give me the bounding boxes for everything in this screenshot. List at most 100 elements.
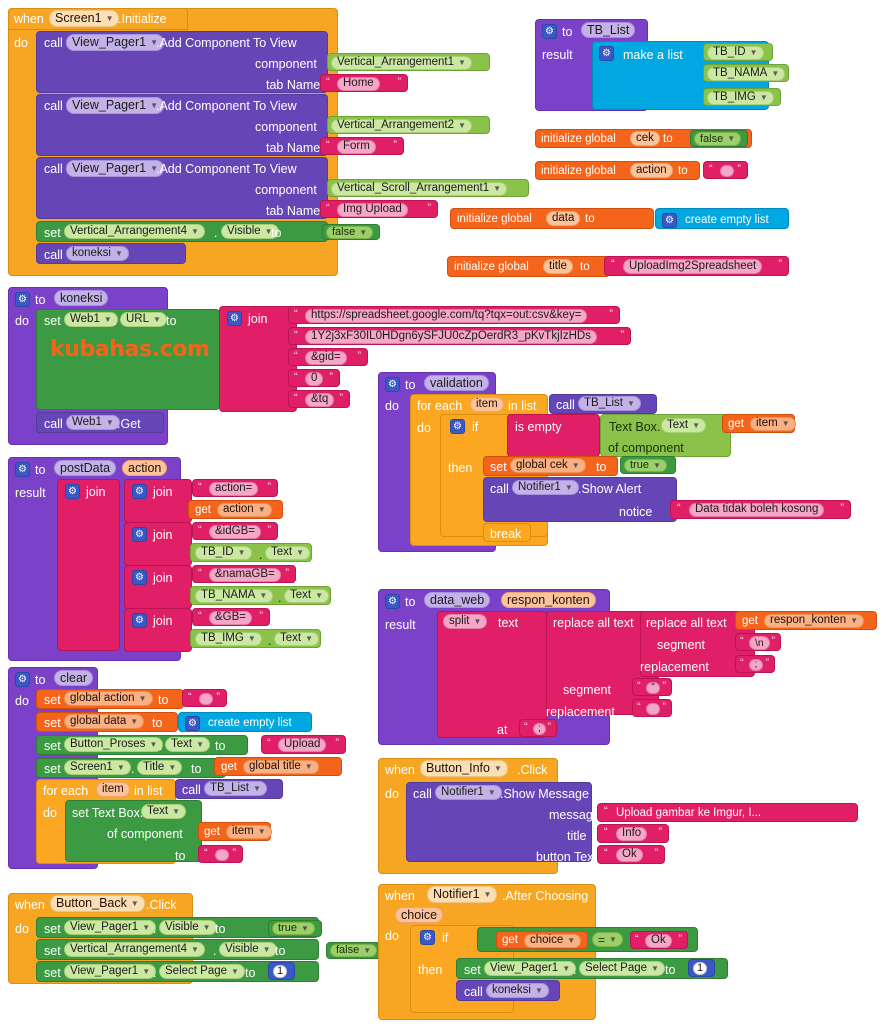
koneksi-url-part-4[interactable]: “ &tq ” [288, 390, 350, 408]
blocks-canvas[interactable]: when Screen1 ▼ .Initialize do call View_P… [0, 0, 886, 1024]
chevron-down-icon[interactable]: ▼ [117, 763, 125, 772]
message-text-block[interactable]: “ Upload gambar ke Imgur, I... [597, 803, 858, 822]
get-action-dropdown[interactable]: get actionaction▼ [217, 503, 272, 517]
koneksi-dropdown-notifier[interactable]: koneksi ▼ [486, 983, 549, 998]
mutator-gear-icon-if-notifier[interactable] [420, 930, 435, 945]
empty-text-global-action[interactable]: “ ” [703, 161, 748, 179]
tb-list-dropdown-validation[interactable]: TB_List ▼ [578, 396, 641, 411]
view-pager1-dropdown-2[interactable]: View_Pager1 ▼ [66, 97, 165, 114]
selectpage-property-back[interactable]: Select Page ▼ [159, 964, 245, 979]
chevron-down-icon[interactable]: ▼ [305, 635, 313, 643]
upload-text-block[interactable]: “ Upload ” [261, 735, 346, 754]
chevron-down-icon[interactable]: ▼ [106, 418, 114, 427]
true-logic-block-validation[interactable]: true ▼ [620, 456, 676, 474]
outer-replacement-text-block[interactable]: “ ” [632, 699, 672, 717]
mutator-gear-icon-innerjoin-4[interactable] [132, 613, 147, 628]
tabname-value-1[interactable]: “ Home ” [320, 74, 408, 92]
global-action-value-field[interactable] [720, 165, 734, 177]
empty-text-field-clear-action[interactable] [199, 693, 213, 705]
chevron-down-icon[interactable]: ▼ [106, 14, 114, 23]
equals-operator-dropdown[interactable]: = ▼ [592, 932, 623, 947]
clear-name-field[interactable]: clear [54, 670, 94, 686]
chevron-down-icon[interactable]: ▼ [238, 549, 246, 557]
chevron-down-icon[interactable]: ▼ [315, 592, 323, 600]
get-item-dropdown-validation[interactable]: item ▼ [750, 417, 796, 431]
get-respon-konten-block[interactable]: get respon_konten ▼ [735, 611, 877, 630]
chevron-down-icon[interactable]: ▼ [494, 764, 502, 773]
button-back-dropdown[interactable]: Button_Back ▼ [50, 895, 145, 912]
global-action-name-field[interactable]: action [630, 163, 673, 178]
chevron-down-icon[interactable]: ▼ [296, 549, 304, 557]
chevron-down-icon[interactable]: ▼ [259, 592, 267, 600]
component-value-3[interactable]: Vertical_Scroll_Arrangement1 ▼ [327, 179, 529, 197]
global-title-text-block[interactable]: “ UploadImg2Spreadsheet ” [604, 256, 789, 276]
outer-segment-text-block[interactable]: “ " ” [632, 678, 672, 696]
chevron-down-icon[interactable]: ▼ [750, 49, 758, 57]
chevron-down-icon[interactable]: ▼ [565, 483, 573, 492]
title-text-field[interactable]: Info [616, 827, 648, 841]
koneksi-url-part-0[interactable]: “ https://spreadsheet.google.com/tq?tqx=… [288, 306, 620, 324]
get-choice-block[interactable]: get choice ▼ [496, 931, 588, 949]
postdata-text-idgb[interactable]: “ &idGB= ” [192, 522, 278, 540]
postdata-name-field[interactable]: postData [54, 460, 117, 476]
tb-id-text-getter[interactable]: TB_ID ▼ . Text ▼ [190, 543, 312, 562]
component-value-2[interactable]: Vertical_Arrangement2 ▼ [327, 116, 490, 134]
buttontext-text-field[interactable]: Ok [616, 848, 643, 862]
postdata-param-action-field[interactable]: action [122, 460, 168, 476]
inner-segment-text-block[interactable]: “ \n ” [735, 633, 781, 651]
postdata-text-action[interactable]: “ action= ” [192, 479, 278, 497]
view-pager1-dropdown-1[interactable]: View_Pager1 ▼ [66, 34, 165, 51]
chevron-down-icon[interactable]: ▼ [850, 617, 858, 625]
koneksi-url-field-3[interactable]: 0 [305, 372, 324, 386]
koneksi-procedure-dropdown-1[interactable]: koneksi ▼ [66, 246, 129, 261]
imgupload-text-field[interactable]: Img Upload [337, 203, 408, 217]
chevron-down-icon[interactable]: ▼ [258, 506, 266, 514]
tb-img-text-getter[interactable]: TB_IMG ▼ . Text ▼ [190, 629, 321, 648]
chevron-down-icon[interactable]: ▼ [104, 315, 112, 324]
get-global-title-block[interactable]: get global title ▼ [214, 757, 342, 776]
component-value-1[interactable]: Vertical_Arrangement1 ▼ [327, 53, 490, 71]
koneksi-url-field-4[interactable]: &tq [305, 393, 335, 407]
form-text-field[interactable]: Form [337, 140, 376, 154]
chevron-down-icon[interactable]: ▼ [258, 828, 266, 836]
global-title-value-field[interactable]: UploadImg2Spreadsheet [623, 259, 763, 274]
chevron-down-icon[interactable]: ▼ [253, 784, 261, 793]
true-dropdown-back[interactable]: true ▼ [272, 922, 315, 935]
koneksi-url-field-1[interactable]: 1Y2j3xF30IL0HDgn6ySFJU0cZpOerdR3_pKvTkjI… [305, 330, 597, 344]
notice-text-block[interactable]: “ Data tidak boleh kosong ” [670, 500, 851, 519]
button-info-dropdown[interactable]: Button_Info ▼ [420, 760, 508, 777]
mutator-gear-icon-clear[interactable] [15, 672, 30, 687]
mutator-gear-icon-if-validation[interactable] [450, 419, 465, 434]
button-proses-dropdown[interactable]: Button_Proses ▼ [64, 737, 164, 752]
button-proses-text-property[interactable]: Text ▼ [165, 737, 211, 752]
mutator-gear-icon-innerjoin-1[interactable] [132, 484, 147, 499]
tb-list-dropdown-clear[interactable]: TB_List ▼ [204, 781, 267, 796]
visible-property-back-1[interactable]: Visible ▼ [159, 920, 217, 935]
global-cek-value-dropdown[interactable]: false ▼ [694, 132, 742, 146]
chevron-down-icon[interactable]: ▼ [196, 740, 204, 749]
chevron-down-icon[interactable]: ▼ [139, 694, 147, 703]
chevron-down-icon[interactable]: ▼ [458, 122, 466, 130]
split-at-field[interactable]: ; [533, 723, 546, 735]
koneksi-url-field-2[interactable]: &gid= [305, 351, 347, 365]
chevron-down-icon[interactable]: ▼ [115, 249, 123, 258]
chevron-down-icon[interactable]: ▼ [359, 228, 367, 237]
postdata-text-field-namagb[interactable]: &namaGB= [209, 568, 281, 582]
mutator-gear-icon-join-koneksi[interactable] [227, 311, 242, 326]
get-item-block-validation[interactable]: get item ▼ [722, 414, 796, 433]
ok-text-block-notifier[interactable]: “ Ok ” [630, 931, 688, 949]
tb-nama-dropdown-post[interactable]: TB_NAMA ▼ [195, 589, 274, 603]
postdata-text-field-gb[interactable]: &GB= [209, 611, 253, 625]
notifier1-dropdown-validation[interactable]: Notifier1 ▼ [512, 480, 579, 495]
global-cek-dropdown[interactable]: global cek ▼ [510, 458, 586, 473]
choice-param-field[interactable]: choice [395, 907, 444, 923]
chevron-down-icon[interactable]: ▼ [651, 964, 659, 973]
visible-property-back-2[interactable]: Visible ▼ [219, 942, 277, 957]
notifier1-dropdown-afterchoosing[interactable]: Notifier1 ▼ [427, 886, 498, 903]
foreach-var-item-clear[interactable]: item [96, 782, 130, 797]
number-field-notifier[interactable]: 1 [693, 962, 708, 975]
empty-text-clear-textbox[interactable]: “ ” [198, 845, 243, 863]
false-value-dropdown[interactable]: false ▼ [326, 226, 374, 239]
chevron-down-icon[interactable]: ▼ [248, 635, 256, 643]
home-text-field[interactable]: Home [337, 77, 380, 91]
